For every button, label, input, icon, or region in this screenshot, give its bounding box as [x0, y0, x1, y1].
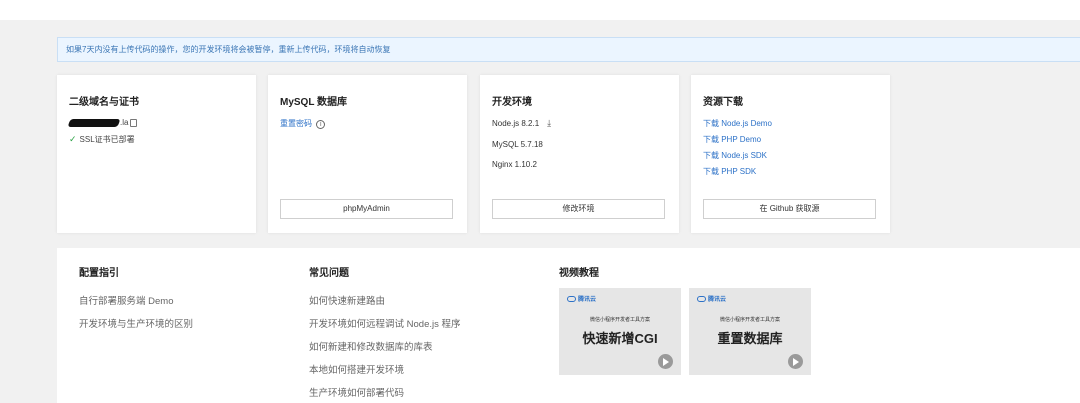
- domain-row: .la: [67, 118, 244, 127]
- github-source-button[interactable]: 在 Github 获取源: [703, 199, 876, 219]
- guide-section: 配置指引 自行部署服务端 Demo 开发环境与生产环境的区别: [79, 264, 193, 339]
- cloud-icon: [567, 295, 576, 302]
- copy-icon[interactable]: [130, 118, 138, 127]
- video-subtitle: 微信小程序开发者工具方案: [719, 317, 780, 323]
- resources-card-title: 资源下载: [703, 97, 743, 108]
- ssl-status-text: SSL证书已部署: [79, 135, 135, 144]
- ssl-status: ✓ SSL证书已部署: [69, 134, 244, 145]
- brand-logo: 腾讯云: [567, 294, 596, 303]
- download-node-sdk-link[interactable]: 下载 Node.js SDK: [703, 150, 878, 161]
- faq-link-route[interactable]: 如何快速新建路由: [309, 293, 461, 307]
- top-bar: [0, 0, 1080, 20]
- mysql-version: MySQL 5.7.18: [492, 140, 543, 149]
- domain-card: 二级域名与证书 .la ✓ SSL证书已部署: [57, 75, 256, 233]
- download-php-demo-link[interactable]: 下载 PHP Demo: [703, 134, 878, 145]
- faq-link-remote-debug[interactable]: 开发环境如何远程调试 Node.js 程序: [309, 316, 461, 330]
- info-icon[interactable]: i: [316, 120, 326, 129]
- check-icon: ✓: [69, 134, 77, 144]
- mysql-card-title: MySQL 数据库: [280, 97, 348, 108]
- brand-name: 腾讯云: [578, 297, 597, 303]
- reset-password-link[interactable]: 重置密码 i: [280, 118, 455, 129]
- faq-link-deploy-prod[interactable]: 生产环境如何部署代码: [309, 385, 461, 399]
- play-icon[interactable]: [658, 354, 673, 369]
- video-thumb-reset-db[interactable]: 腾讯云 微信小程序开发者工具方案 重置数据库: [689, 288, 811, 375]
- node-version: Node.js 8.2.1 ⤓: [492, 118, 667, 129]
- redacted-domain: [67, 118, 121, 127]
- env-card: 开发环境 Node.js 8.2.1 ⤓ MySQL 5.7.18 Nginx 1…: [480, 75, 679, 233]
- brand-name: 腾讯云: [708, 297, 727, 303]
- phpmyadmin-button[interactable]: phpMyAdmin: [280, 199, 453, 219]
- node-version-text: Node.js 8.2.1: [492, 119, 540, 128]
- video-title: 视频教程: [559, 268, 599, 279]
- mysql-card: MySQL 数据库 重置密码 i phpMyAdmin: [268, 75, 467, 233]
- reset-password-label: 重置密码: [280, 119, 312, 128]
- download-icon[interactable]: ⤓: [547, 118, 551, 128]
- env-card-title: 开发环境: [492, 97, 532, 108]
- resources-card: 资源下载 下载 Node.js Demo 下载 PHP Demo 下载 Node…: [691, 75, 890, 233]
- nginx-version: Nginx 1.10.2: [492, 160, 537, 169]
- video-subtitle: 微信小程序开发者工具方案: [589, 317, 650, 323]
- notice-banner: 如果7天内没有上传代码的操作，您的开发环境将会被暂停，重新上传代码，环境将自动恢…: [57, 37, 1080, 62]
- play-icon[interactable]: [788, 354, 803, 369]
- cloud-icon: [697, 295, 706, 302]
- faq-link-local-env[interactable]: 本地如何搭建开发环境: [309, 362, 461, 376]
- domain-card-title: 二级域名与证书: [69, 97, 139, 108]
- help-panel: 配置指引 自行部署服务端 Demo 开发环境与生产环境的区别 常见问题 如何快速…: [57, 248, 1080, 403]
- video-thumb-cgi[interactable]: 腾讯云 微信小程序开发者工具方案 快速新增CGI: [559, 288, 681, 375]
- brand-logo: 腾讯云: [697, 294, 726, 303]
- domain-suffix: .la: [120, 118, 129, 127]
- video-caption: 快速新增CGI: [582, 331, 658, 346]
- faq-title: 常见问题: [309, 268, 349, 279]
- guide-title: 配置指引: [79, 268, 119, 279]
- modify-env-button[interactable]: 修改环境: [492, 199, 665, 219]
- guide-link-env-diff[interactable]: 开发环境与生产环境的区别: [79, 316, 193, 330]
- guide-link-deploy-demo[interactable]: 自行部署服务端 Demo: [79, 293, 193, 307]
- faq-section: 常见问题 如何快速新建路由 开发环境如何远程调试 Node.js 程序 如何新建…: [309, 264, 461, 403]
- download-php-sdk-link[interactable]: 下载 PHP SDK: [703, 166, 878, 177]
- download-node-demo-link[interactable]: 下载 Node.js Demo: [703, 118, 878, 129]
- video-caption: 重置数据库: [717, 331, 783, 346]
- faq-link-db-table[interactable]: 如何新建和修改数据库的库表: [309, 339, 461, 353]
